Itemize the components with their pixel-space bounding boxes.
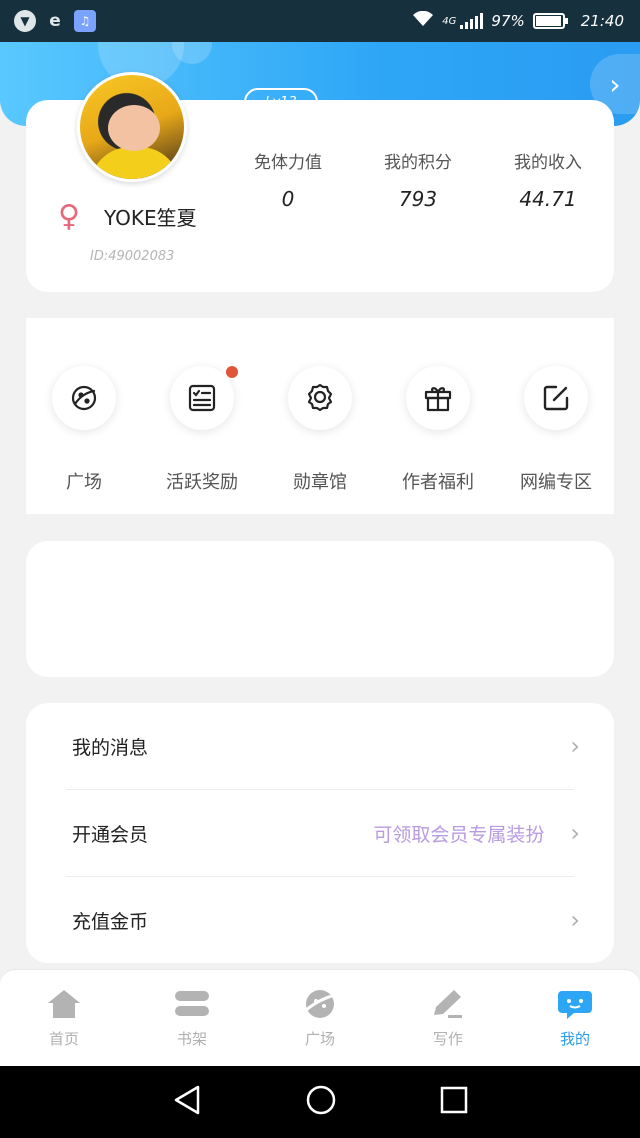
list-item-messages[interactable]: 我的消息 ›	[66, 703, 586, 789]
status-bar: ▼ e ♫ 4G 97% 21:40	[0, 0, 640, 42]
list-item-membership[interactable]: 开通会员 可领取会员专属装扮 ›	[66, 790, 586, 876]
nav-write[interactable]: 写作	[403, 986, 493, 1049]
chat-bubble-icon	[555, 986, 595, 1022]
notification-badge	[226, 366, 238, 378]
nav-me[interactable]: 我的	[530, 986, 620, 1049]
grid-label: 网编专区	[520, 472, 592, 493]
avatar[interactable]	[77, 72, 187, 182]
stat-value: 0	[281, 187, 295, 211]
network-type: 4G	[442, 15, 457, 27]
grid-item-active-rewards[interactable]: 活跃奖励	[147, 366, 257, 494]
nav-bookshelf[interactable]: 书架	[147, 986, 237, 1049]
stat-value: 793	[398, 187, 438, 211]
chevron-right-icon: ›	[570, 906, 580, 934]
username: YOKE笙夏	[104, 206, 197, 230]
home-icon	[44, 986, 84, 1022]
back-icon[interactable]	[172, 1084, 202, 1120]
nav-label: 我的	[559, 1030, 590, 1048]
bookshelf-icon	[172, 986, 212, 1022]
stat-label: 我的收入	[514, 153, 582, 173]
stat-label: 免体力值	[254, 153, 322, 173]
pen-icon	[428, 986, 468, 1022]
recents-icon[interactable]	[440, 1086, 468, 1118]
battery-percent: 97%	[491, 12, 525, 30]
list-item-label: 开通会员	[72, 823, 149, 846]
chevron-right-icon: ›	[570, 732, 580, 760]
nav-label: 写作	[432, 1030, 463, 1048]
list-item-label: 我的消息	[72, 736, 149, 759]
list-item-recharge[interactable]: 充值金币 ›	[66, 877, 586, 963]
medal-icon	[288, 366, 352, 430]
checklist-icon	[170, 366, 238, 430]
feature-grid: 广场 活跃奖励 勋章馆 作者福利 网编专区	[26, 318, 614, 514]
settings-list: 我的消息 › 开通会员 可领取会员专属装扮 › 充值金币 ›	[26, 703, 614, 963]
user-id: ID:49002083	[90, 249, 175, 264]
signal-icon	[460, 13, 484, 29]
grid-item-author-benefits[interactable]: 作者福利	[383, 366, 493, 494]
membership-hint: 可领取会员专属装扮	[373, 823, 545, 846]
grid-item-medal-hall[interactable]: 勋章馆	[265, 366, 375, 494]
banner-card	[26, 541, 614, 677]
bottom-nav: 首页 书架 广场 写作 我的	[0, 969, 640, 1066]
clock: 21:40	[580, 12, 624, 30]
female-icon: ♀	[58, 199, 80, 234]
stat-income[interactable]: 我的收入 44.71	[493, 148, 603, 211]
grid-label: 活跃奖励	[166, 472, 238, 493]
notification-app-icon: ▼	[14, 10, 36, 32]
wifi-icon	[412, 10, 434, 31]
list-item-label: 充值金币	[72, 910, 149, 933]
planet-icon	[52, 366, 116, 430]
nav-label: 书架	[176, 1030, 207, 1048]
nav-square[interactable]: 广场	[275, 986, 365, 1049]
stat-value: 44.71	[519, 187, 577, 211]
status-left-icons: ▼ e ♫	[14, 10, 96, 32]
grid-item-square[interactable]: 广场	[29, 366, 139, 494]
browser-notification-icon: e	[49, 11, 61, 31]
grid-label: 勋章馆	[293, 472, 347, 493]
edit-icon	[524, 366, 588, 430]
nav-home[interactable]: 首页	[19, 986, 109, 1049]
nav-label: 首页	[48, 1030, 79, 1048]
music-notification-icon: ♫	[74, 10, 96, 32]
chevron-right-icon: ›	[570, 819, 580, 847]
grid-label: 广场	[66, 472, 102, 493]
battery-icon	[532, 13, 568, 29]
nav-label: 广场	[304, 1030, 335, 1048]
planet-icon	[300, 986, 340, 1022]
home-circle-icon[interactable]	[305, 1084, 337, 1120]
grid-label: 作者福利	[402, 472, 474, 493]
level-badge[interactable]: Lv13	[244, 88, 318, 116]
system-nav-bar	[0, 1066, 640, 1138]
stat-label: 我的积分	[384, 153, 452, 173]
stat-points[interactable]: 我的积分 793	[363, 148, 473, 211]
stat-stamina[interactable]: 免体力值 0	[233, 148, 343, 211]
status-right: 4G 97% 21:40	[412, 10, 624, 31]
grid-item-editor-zone[interactable]: 网编专区	[501, 366, 611, 494]
gift-icon	[406, 366, 470, 430]
